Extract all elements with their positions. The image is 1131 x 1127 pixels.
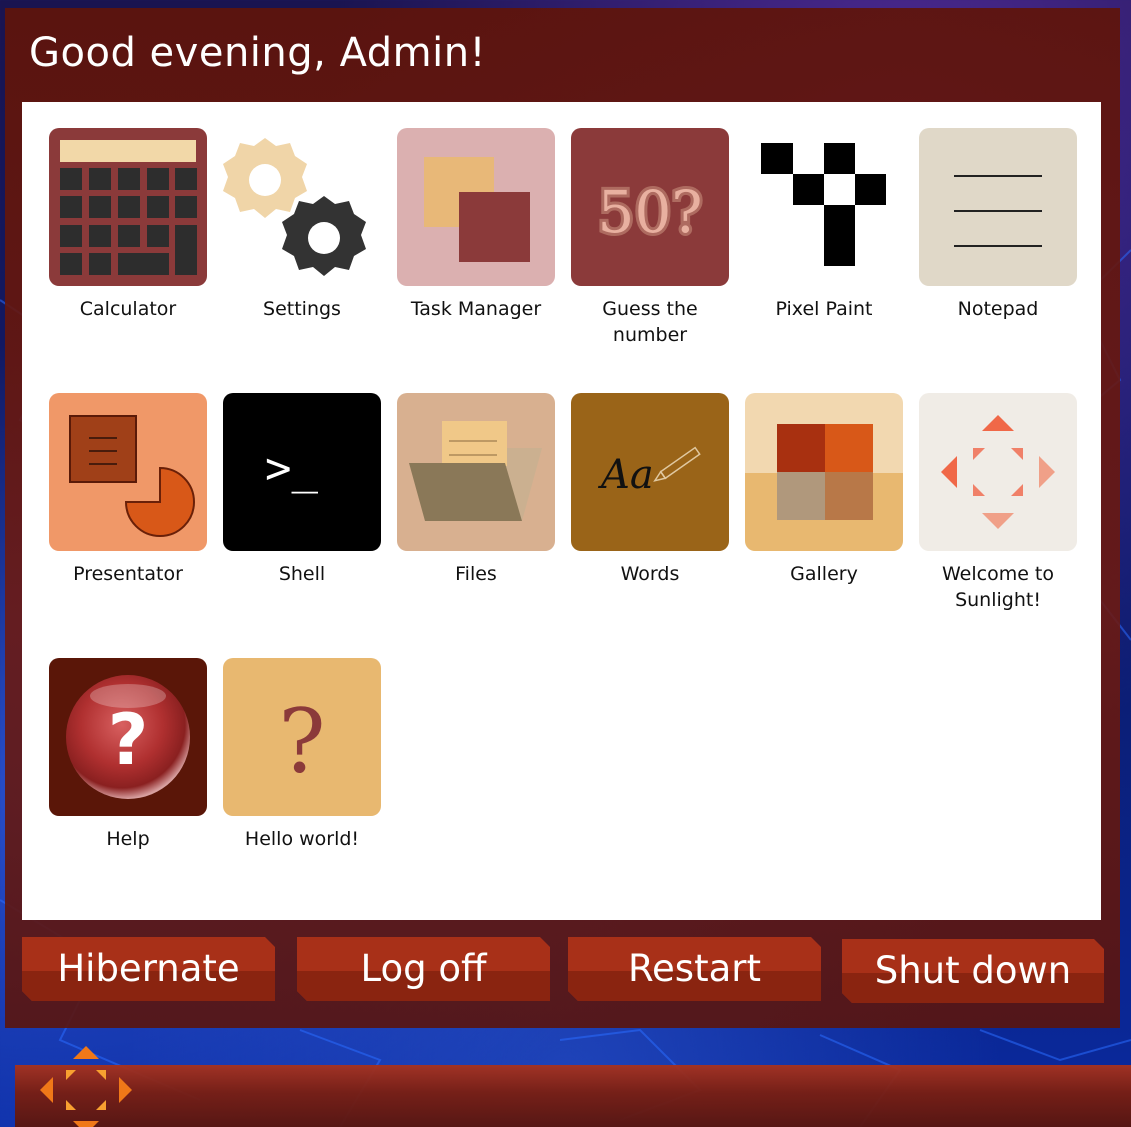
log-off-label: Log off	[360, 947, 487, 990]
app-label: Welcome to Sunlight!	[941, 563, 1055, 611]
app-label: Guess the number	[602, 298, 698, 346]
app-label: Words	[620, 563, 680, 585]
app-label: Hello world!	[244, 828, 360, 850]
hibernate-label: Hibernate	[57, 947, 240, 990]
hibernate-button[interactable]: Hibernate	[22, 937, 275, 1001]
calculator-icon	[49, 128, 207, 286]
app-label: Settings	[263, 298, 341, 320]
terminal-icon: >_	[223, 393, 381, 551]
help-icon: ?	[49, 658, 207, 816]
app-label: Presentator	[73, 563, 183, 585]
shut-down-label: Shut down	[874, 949, 1072, 992]
restart-button[interactable]: Restart	[568, 937, 821, 1001]
sunlight-logo-icon	[919, 393, 1077, 551]
hello-question-mark: ?	[278, 690, 325, 793]
terminal-prompt-text: >_	[265, 443, 318, 494]
gears-icon	[223, 128, 381, 286]
windows-icon	[397, 128, 555, 286]
app-label: Calculator	[79, 298, 177, 320]
start-menu: Good evening, Admin! Calculator Settings…	[5, 8, 1120, 1028]
presentation-icon	[49, 393, 207, 551]
sunlight-start-icon	[40, 1046, 132, 1127]
greeting-title: Good evening, Admin!	[29, 30, 487, 76]
app-label: Help	[106, 828, 150, 850]
folder-icon	[397, 393, 555, 551]
shut-down-button[interactable]: Shut down	[842, 939, 1104, 1003]
question-icon: ?	[223, 658, 381, 816]
app-label: Task Manager	[410, 298, 542, 320]
app-label: Pixel Paint	[775, 298, 873, 320]
app-label: Gallery	[790, 563, 858, 585]
help-question-mark: ?	[108, 699, 149, 781]
words-icon: Aa	[571, 393, 729, 551]
guess-number-icon: 50? 50?	[571, 128, 729, 286]
start-button[interactable]	[38, 1044, 134, 1127]
app-label: Shell	[278, 563, 326, 585]
app-label: Notepad	[957, 298, 1039, 320]
guess-number-text: 50?	[598, 178, 703, 246]
gallery-icon	[745, 393, 903, 551]
log-off-button[interactable]: Log off	[297, 937, 550, 1001]
taskbar	[15, 1065, 1131, 1127]
notepad-icon	[919, 128, 1077, 286]
words-sample-text: Aa	[597, 452, 654, 498]
pixel-icon	[745, 128, 903, 286]
restart-label: Restart	[628, 947, 761, 990]
app-label: Files	[455, 563, 497, 585]
apps-panel: Calculator Settings Task Manager 50? 50?…	[22, 102, 1101, 920]
